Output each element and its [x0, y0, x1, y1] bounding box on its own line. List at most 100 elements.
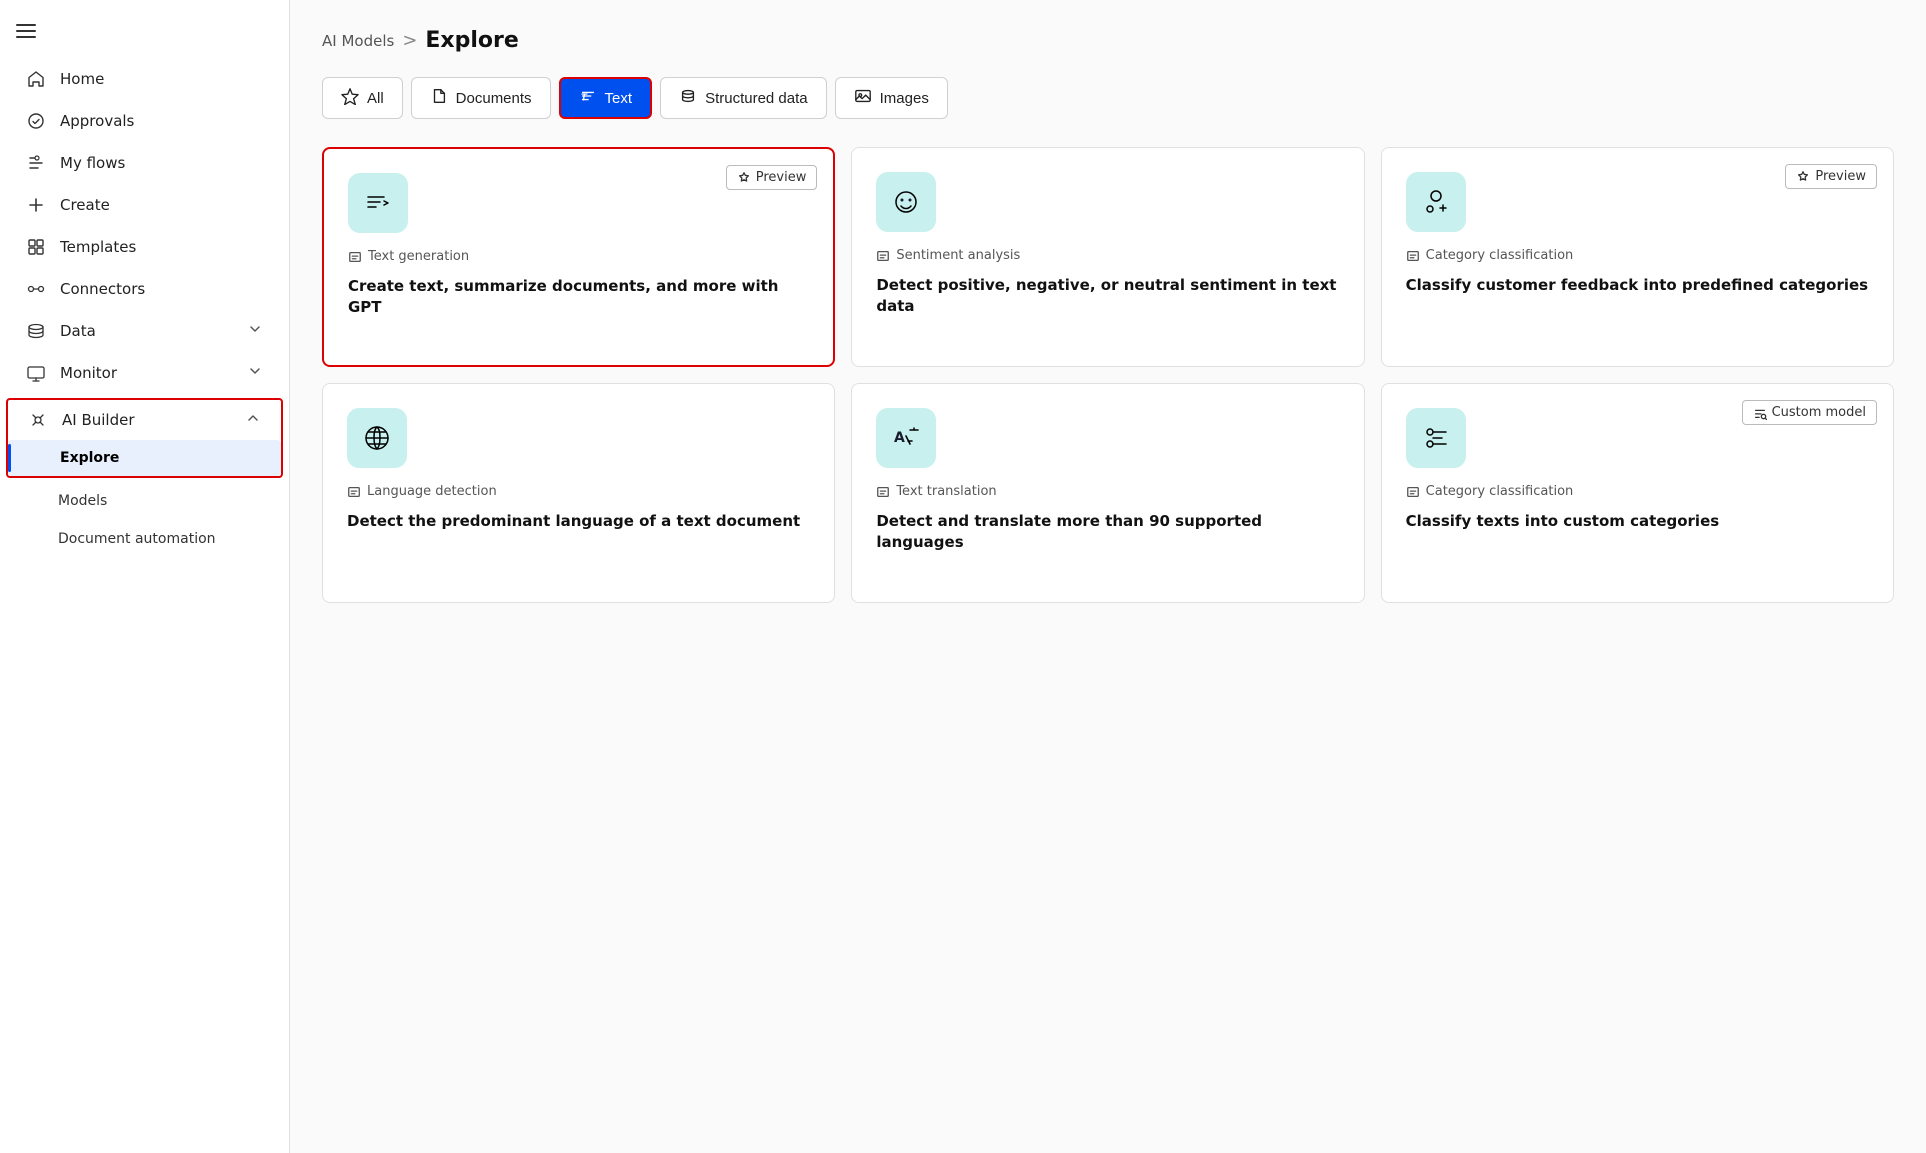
approvals-icon	[26, 111, 46, 131]
sidebar-subitem-models[interactable]: Models	[6, 483, 283, 519]
sidebar-data-label: Data	[60, 322, 96, 340]
sidebar-ai-builder-left: AI Builder	[28, 410, 135, 430]
card-type-label-1: Text generation	[368, 249, 469, 264]
card-title-text-gen: Create text, summarize documents, and mo…	[348, 276, 809, 318]
card-title-sentiment: Detect positive, negative, or neutral se…	[876, 275, 1339, 317]
chevron-down-icon	[247, 363, 263, 383]
card-title-language: Detect the predominant language of a tex…	[347, 511, 810, 532]
filter-tabs: All Documents T Text Structured data	[322, 77, 1894, 119]
sidebar-item-my-flows[interactable]: My flows	[6, 143, 283, 183]
cards-grid: Preview Text generation Create text, sum…	[322, 147, 1894, 603]
card-icon-translation: A	[876, 408, 936, 468]
document-icon	[430, 87, 448, 109]
card-category-classification[interactable]: Preview Category classification Classify…	[1381, 147, 1894, 367]
card-title-category: Classify customer feedback into predefin…	[1406, 275, 1869, 296]
create-icon	[26, 195, 46, 215]
hamburger-button[interactable]	[0, 8, 289, 58]
tab-structured-data[interactable]: Structured data	[660, 77, 827, 119]
card-badge-category: Preview	[1785, 164, 1877, 189]
chevron-down-icon	[247, 321, 263, 341]
card-type-custom-category: Category classification	[1406, 484, 1869, 499]
sidebar-subitem-document-automation[interactable]: Document automation	[6, 521, 283, 557]
sidebar-item-create[interactable]: Create	[6, 185, 283, 225]
breadcrumb: AI Models > Explore	[322, 28, 1894, 53]
card-icon-category	[1406, 172, 1466, 232]
explore-label: Explore	[60, 450, 119, 466]
flows-icon	[26, 153, 46, 173]
sidebar-item-connectors[interactable]: Connectors	[6, 269, 283, 309]
sidebar-ai-builder-label: AI Builder	[62, 411, 135, 429]
card-type-label-2: Sentiment analysis	[896, 248, 1020, 263]
monitor-icon	[26, 363, 46, 383]
card-type-translation: Text translation	[876, 484, 1339, 499]
sidebar-approvals-label: Approvals	[60, 112, 134, 130]
connectors-icon	[26, 279, 46, 299]
badge-custom-model-label: Custom model	[1772, 405, 1866, 420]
text-tab-icon: T	[579, 87, 597, 109]
card-badge-custom: Custom model	[1742, 400, 1877, 425]
card-sentiment-analysis[interactable]: Sentiment analysis Detect positive, nega…	[851, 147, 1364, 367]
data-icon	[26, 321, 46, 341]
tab-text[interactable]: T Text	[559, 77, 653, 119]
card-custom-category[interactable]: Custom model Category classification Cla…	[1381, 383, 1894, 603]
sidebar-connectors-label: Connectors	[60, 280, 145, 298]
models-label: Models	[58, 493, 107, 509]
badge-preview-label-1: Preview	[756, 170, 807, 185]
star-icon	[341, 87, 359, 109]
sidebar-monitor-label: Monitor	[60, 364, 117, 382]
card-type-label-5: Text translation	[896, 484, 996, 499]
tab-images[interactable]: Images	[835, 77, 948, 119]
sidebar-templates-label: Templates	[60, 238, 136, 256]
tab-all-label: All	[367, 90, 384, 107]
sidebar-home-label: Home	[60, 70, 104, 88]
card-type-language: Language detection	[347, 484, 810, 499]
card-language-detection[interactable]: Language detection Detect the predominan…	[322, 383, 835, 603]
sidebar-item-home[interactable]: Home	[6, 59, 283, 99]
card-type-text-gen: Text generation	[348, 249, 809, 264]
home-icon	[26, 69, 46, 89]
tab-documents[interactable]: Documents	[411, 77, 551, 119]
tab-documents-label: Documents	[456, 90, 532, 107]
main-content: AI Models > Explore All Documents T Text	[290, 0, 1926, 1153]
card-icon-language	[347, 408, 407, 468]
card-icon-custom-category	[1406, 408, 1466, 468]
card-title-translation: Detect and translate more than 90 suppor…	[876, 511, 1339, 553]
tab-structured-label: Structured data	[705, 90, 808, 107]
breadcrumb-parent[interactable]: AI Models	[322, 32, 394, 50]
breadcrumb-current: Explore	[425, 28, 518, 53]
sidebar-item-templates[interactable]: Templates	[6, 227, 283, 267]
badge-preview-label-3: Preview	[1815, 169, 1866, 184]
sidebar-data-left: Data	[26, 321, 96, 341]
doc-automation-label: Document automation	[58, 531, 216, 547]
card-badge-text-gen: Preview	[726, 165, 818, 190]
sidebar-item-ai-builder[interactable]: AI Builder	[8, 400, 281, 440]
breadcrumb-separator: >	[402, 30, 417, 51]
sidebar-create-label: Create	[60, 196, 110, 214]
tab-text-label: Text	[605, 90, 633, 107]
card-type-label-6: Category classification	[1426, 484, 1574, 499]
sidebar-flows-label: My flows	[60, 154, 125, 172]
images-icon	[854, 87, 872, 109]
sidebar: Home Approvals My flows Create Templates…	[0, 0, 290, 1153]
sidebar-item-monitor[interactable]: Monitor	[6, 353, 283, 393]
templates-icon	[26, 237, 46, 257]
sidebar-item-data[interactable]: Data	[6, 311, 283, 351]
structured-icon	[679, 87, 697, 109]
sidebar-subitem-explore[interactable]: Explore	[8, 440, 281, 476]
card-type-label-3: Category classification	[1426, 248, 1574, 263]
card-icon-sentiment	[876, 172, 936, 232]
card-text-translation[interactable]: A Text translation Detect and translate …	[851, 383, 1364, 603]
sidebar-monitor-left: Monitor	[26, 363, 117, 383]
tab-all[interactable]: All	[322, 77, 403, 119]
card-type-label-4: Language detection	[367, 484, 497, 499]
chevron-up-icon	[245, 410, 261, 430]
svg-text:A: A	[894, 430, 905, 446]
ai-builder-icon	[28, 410, 48, 430]
card-type-category: Category classification	[1406, 248, 1869, 263]
svg-text:T: T	[580, 93, 587, 104]
card-text-generation[interactable]: Preview Text generation Create text, sum…	[322, 147, 835, 367]
card-type-sentiment: Sentiment analysis	[876, 248, 1339, 263]
card-title-custom-category: Classify texts into custom categories	[1406, 511, 1869, 532]
sidebar-item-approvals[interactable]: Approvals	[6, 101, 283, 141]
tab-images-label: Images	[880, 90, 929, 107]
